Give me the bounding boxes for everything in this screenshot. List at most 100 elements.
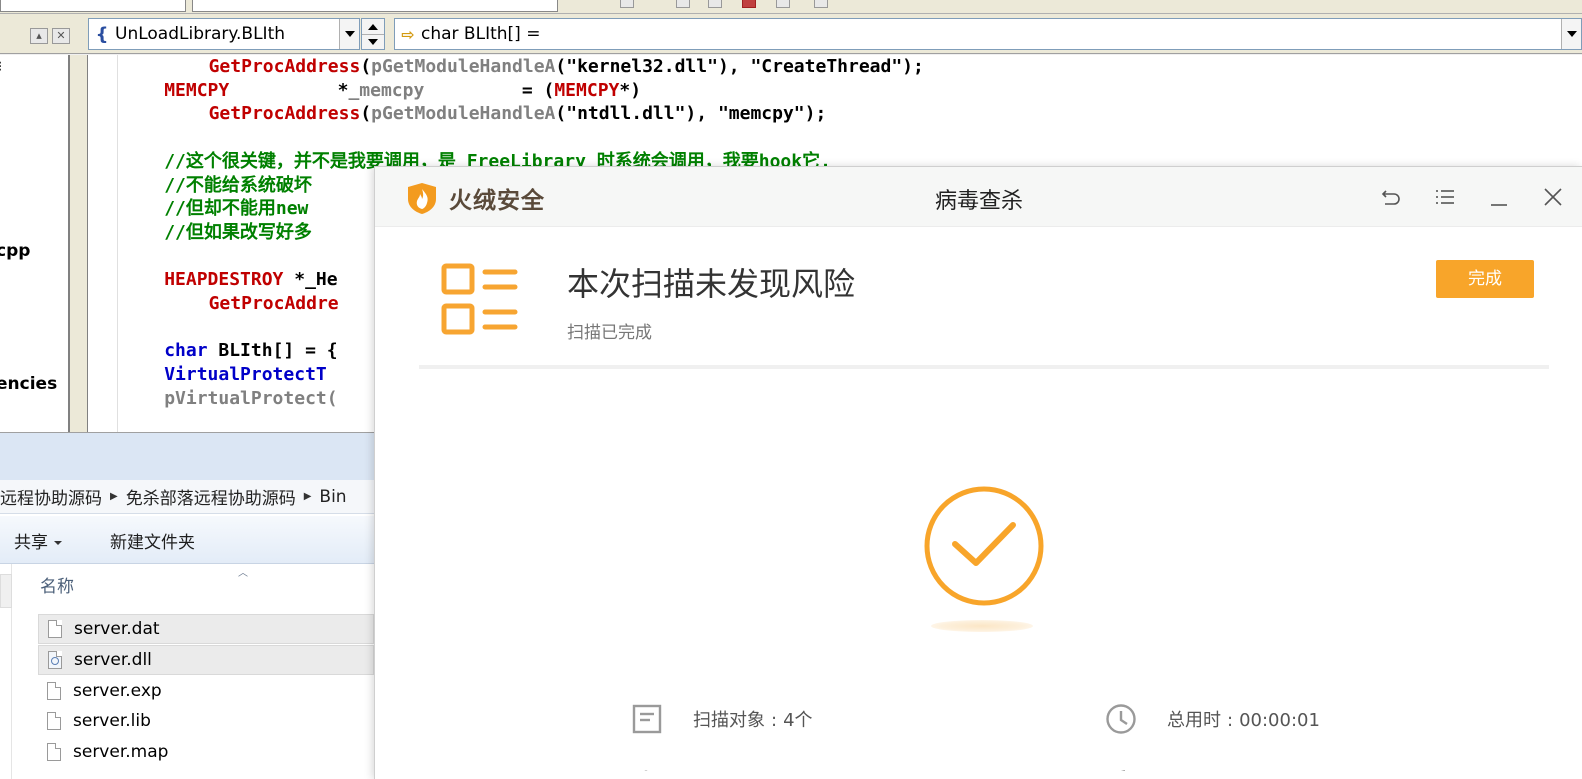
explorer-command-bar: 共享 新建文件夹 (0, 516, 374, 564)
check-circle-icon (924, 486, 1044, 606)
editor-gutter (88, 55, 118, 435)
chevron-right-icon[interactable]: ▶ (300, 491, 316, 502)
result-title: 本次扫描未发现风险 (567, 265, 856, 303)
check-shadow (931, 620, 1033, 632)
code-token: ("ntdll.dll"), "memcpy"); (555, 103, 827, 125)
explorer-titlebar (0, 432, 374, 480)
code-token: *_He (283, 269, 338, 291)
file-name: server.map (73, 742, 169, 763)
class-combo-value: UnLoadLibrary.BLIth (115, 24, 286, 44)
share-button-label: 共享 (14, 533, 48, 553)
chevron-right-icon[interactable]: ▶ (106, 491, 122, 502)
code-token: HEAPDESTROY (164, 269, 284, 291)
breadcrumb[interactable]: 远程协助源码 ▶ 免杀部落远程协助源码 ▶ Bin (0, 480, 374, 514)
code-token: GetProcAddress (208, 103, 361, 125)
code-token: VirtualProtectT (164, 364, 327, 386)
file-icon (47, 743, 61, 762)
class-combo[interactable]: { UnLoadLibrary.BLIth (88, 18, 360, 50)
breadcrumb-item[interactable]: Bin (315, 487, 350, 507)
column-header-name[interactable]: 名称 (40, 572, 74, 597)
file-name: server.dll (74, 649, 152, 670)
code-line: //但如果改写好多 (164, 222, 312, 244)
stat-icon-partial (637, 763, 655, 771)
stat-objects-value: 4个 (783, 710, 813, 731)
chevron-down-icon (54, 541, 62, 545)
share-button[interactable]: 共享 (14, 528, 62, 553)
back-icon[interactable] (1379, 185, 1403, 209)
breadcrumb-item[interactable]: 远程协助源码 (0, 484, 106, 509)
file-explorer-window: 远程协助源码 ▶ 免杀部落远程协助源码 ▶ Bin 共享 新建文件夹 ︿ 名称 … (0, 432, 374, 779)
code-token: ( (360, 56, 372, 77)
ide-top-toolbar (0, 0, 1582, 14)
file-row[interactable]: server.map (38, 737, 374, 767)
clock-icon (1106, 704, 1136, 734)
dialog-titlebar: 火绒安全 病毒查杀 (375, 167, 1582, 227)
new-folder-button[interactable]: 新建文件夹 (110, 528, 195, 553)
member-combo-value: char BLIth[] = (421, 24, 541, 44)
explorer-nav-pane (0, 564, 12, 779)
file-row[interactable]: server.dll (38, 644, 374, 675)
document-icon (632, 704, 662, 734)
code-token: *) (619, 79, 642, 101)
file-row[interactable]: server.lib (38, 706, 374, 736)
ide-workspace-combo[interactable] (0, 0, 186, 12)
code-token: MEMCPY (554, 79, 620, 101)
code-line: char BLIth[] = { (164, 340, 337, 362)
stat-separator: : (1227, 710, 1234, 731)
code-token: //但却不能用new (164, 198, 309, 220)
code-token: ( (360, 103, 372, 125)
section-divider (419, 365, 1549, 369)
stat-scanned-objects: 扫描对象:4个 (631, 703, 813, 735)
panel-restore-button[interactable]: ▴ (30, 28, 48, 44)
panel-close-button[interactable]: ✕ (52, 28, 70, 44)
toolbar-button[interactable] (708, 0, 722, 8)
member-combo[interactable]: ⇨ char BLIth[] = (394, 18, 1582, 50)
tree-item-dependencies[interactable]: encies (0, 374, 57, 394)
code-token: char (164, 340, 208, 362)
scan-report-icon (441, 263, 518, 335)
nav-pane-grip[interactable] (0, 574, 12, 608)
sort-ascending-icon: ︿ (238, 568, 248, 579)
file-icon (48, 620, 62, 638)
ide-wizardbar: ▴ ✕ { UnLoadLibrary.BLIth ⇨ char BLIth[]… (0, 14, 1582, 54)
file-name: server.dat (74, 619, 160, 639)
ide-config-combo[interactable] (192, 0, 558, 12)
file-row[interactable]: server.exp (38, 676, 374, 706)
code-line: HEAPDESTROY *_He (164, 269, 337, 291)
code-line: VirtualProtectT (164, 364, 327, 386)
code-line: GetProcAddress(pGetModuleHandleA("kernel… (209, 56, 924, 78)
code-token: GetProcAddre (208, 293, 339, 314)
breakpoint-button[interactable] (742, 0, 756, 8)
code-line: GetProcAddress(pGetModuleHandleA("ntdll.… (209, 103, 827, 125)
code-line: MEMCPY *_memcpy = (MEMCPY*) (164, 80, 641, 102)
spin-up-icon[interactable] (362, 19, 384, 34)
chevron-down-icon[interactable] (1561, 19, 1581, 49)
code-token: pGetModuleHandleA (371, 56, 556, 77)
result-subtitle: 扫描已完成 (567, 323, 652, 343)
done-button[interactable]: 完成 (1436, 260, 1534, 298)
close-icon[interactable] (1541, 185, 1565, 209)
code-line: //但却不能用new (164, 198, 308, 220)
panel-splitter[interactable] (70, 55, 88, 435)
workspace-panel-header: ▴ ✕ (0, 22, 74, 54)
chevron-down-icon[interactable] (339, 19, 359, 49)
menu-list-icon[interactable] (1433, 185, 1457, 209)
file-icon (47, 712, 61, 731)
combo-spin-buttons[interactable] (361, 18, 385, 50)
code-token: MEMCPY (164, 79, 230, 101)
toolbar-button[interactable] (776, 0, 790, 8)
minimize-icon[interactable] (1487, 185, 1511, 209)
toolbar-button[interactable] (620, 0, 634, 8)
file-row[interactable]: server.dat (38, 614, 374, 644)
spin-down-icon[interactable] (362, 34, 384, 49)
breadcrumb-item[interactable]: 免杀部落远程协助源码 (122, 484, 300, 509)
toolbar-button[interactable] (814, 0, 828, 8)
file-name: server.lib (73, 711, 151, 732)
code-token: _memcpy (348, 79, 425, 101)
tree-item-cpp[interactable]: cpp (0, 241, 30, 261)
toolbar-button[interactable] (676, 0, 690, 8)
code-token: ("kernel32.dll"), "CreateThread"); (555, 56, 924, 77)
dll-file-icon (48, 650, 62, 669)
code-token: * (229, 79, 349, 101)
code-token: = ( (424, 79, 555, 101)
